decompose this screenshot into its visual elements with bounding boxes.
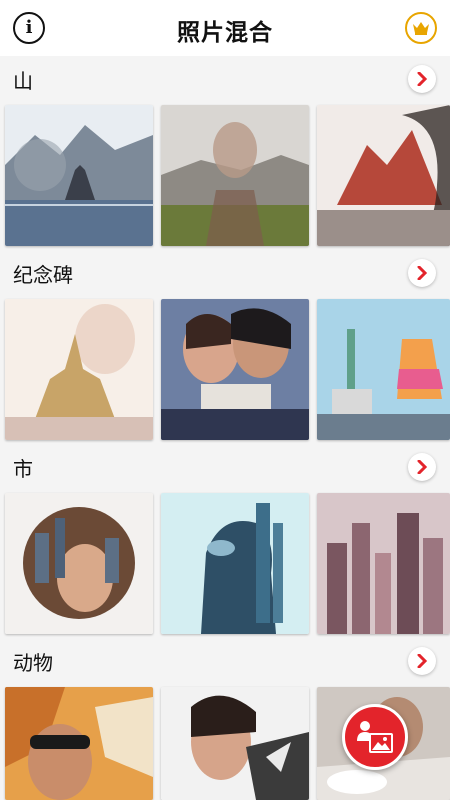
blend-thumbnail[interactable]	[5, 493, 153, 634]
section-title: 市	[13, 457, 33, 481]
blend-thumbnail[interactable]	[5, 687, 153, 800]
chevron-right-icon[interactable]	[408, 65, 436, 93]
top-bar: i 照片混合	[0, 0, 450, 56]
blend-thumbnail[interactable]	[161, 299, 309, 440]
section-header: 纪念碑	[0, 250, 450, 296]
section-mountain: 山	[0, 56, 450, 250]
blend-thumbnail[interactable]	[317, 299, 450, 440]
section-title: 纪念碑	[13, 263, 73, 287]
section-header: 动物	[0, 638, 450, 684]
blend-thumbnail[interactable]	[161, 687, 309, 800]
section-header: 市	[0, 444, 450, 490]
blend-thumbnail[interactable]	[161, 105, 309, 246]
crown-icon[interactable]	[405, 12, 437, 44]
page-title: 照片混合	[177, 20, 273, 46]
section-city: 市	[0, 444, 450, 638]
chevron-right-icon[interactable]	[408, 453, 436, 481]
section-title: 山	[13, 69, 33, 93]
add-photo-icon[interactable]	[342, 704, 408, 770]
blend-thumbnail[interactable]	[5, 299, 153, 440]
section-header: 山	[0, 56, 450, 102]
section-title: 动物	[13, 651, 53, 675]
chevron-right-icon[interactable]	[408, 259, 436, 287]
blend-thumbnail[interactable]	[161, 493, 309, 634]
blend-thumbnail[interactable]	[317, 493, 450, 634]
blend-thumbnail[interactable]	[5, 105, 153, 246]
section-monument: 纪念碑	[0, 250, 450, 444]
blend-thumbnail[interactable]	[317, 105, 450, 246]
chevron-right-icon[interactable]	[408, 647, 436, 675]
